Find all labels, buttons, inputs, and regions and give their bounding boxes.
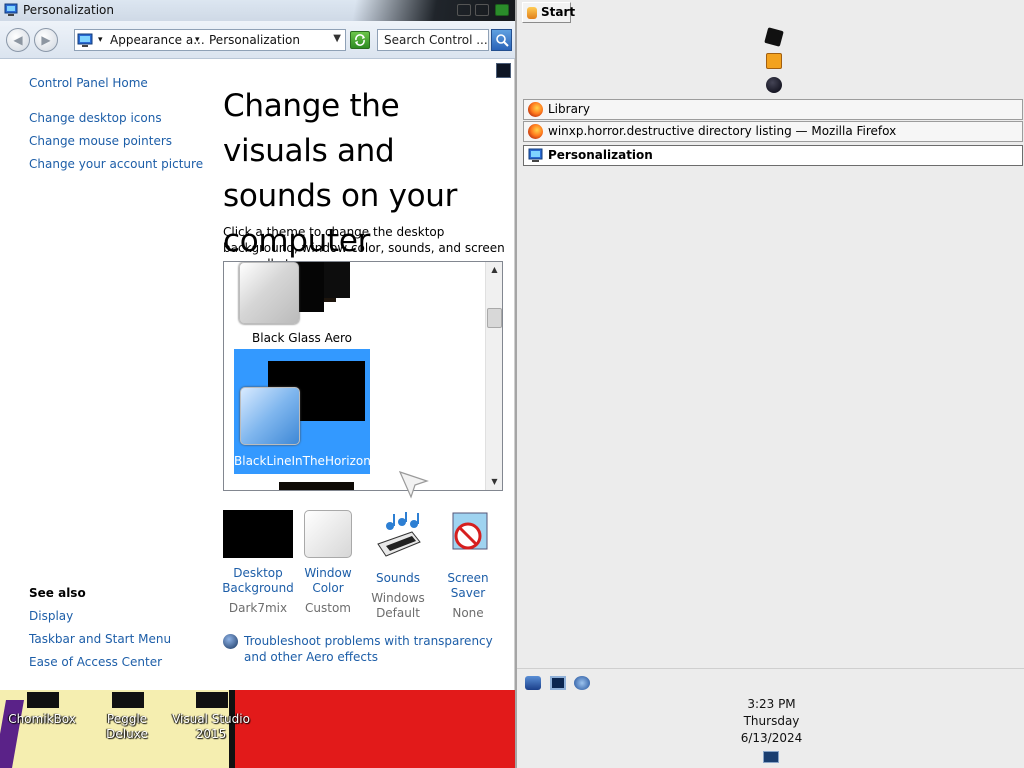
screen-saver-value: None bbox=[452, 606, 484, 620]
ease-of-access-link[interactable]: Ease of Access Center bbox=[29, 655, 162, 669]
theme-list[interactable]: Black Glass Aero BlackLineInTheHorizon ▲… bbox=[223, 261, 503, 491]
control-panel-icon bbox=[4, 3, 18, 16]
theme-item-black-glass-aero[interactable]: Black Glass Aero bbox=[234, 262, 370, 357]
taskbar-start-menu-link[interactable]: Taskbar and Start Menu bbox=[29, 632, 171, 646]
navigation-bar: ◀ ▶ ▾ Appearance a... ▾ Personalization … bbox=[0, 21, 515, 59]
change-mouse-pointers-link[interactable]: Change mouse pointers bbox=[29, 134, 172, 148]
refresh-icon bbox=[355, 34, 365, 46]
screen-saver-label[interactable]: Screen Saver bbox=[431, 571, 505, 601]
desktop: ChomikBox Peggle Deluxe Visual Studio 20… bbox=[0, 690, 515, 768]
clock-time[interactable]: 3:23 PM bbox=[517, 697, 1024, 711]
taskbar-item-firefox[interactable]: winxp.horror.destructive directory listi… bbox=[523, 121, 1023, 142]
display-tray-icon[interactable] bbox=[550, 676, 566, 690]
address-dropdown-icon[interactable]: ▼ bbox=[333, 33, 341, 44]
window-color-value: Custom bbox=[305, 601, 351, 615]
theme-list-scrollbar[interactable]: ▲ ▼ bbox=[485, 262, 502, 490]
breadcrumb-appearance[interactable]: Appearance a... bbox=[110, 33, 205, 47]
quick-launch-media-player-icon[interactable] bbox=[766, 53, 782, 69]
change-account-picture-link[interactable]: Change your account picture bbox=[29, 157, 203, 171]
address-bar[interactable]: ▾ Appearance a... ▾ Personalization ▼ bbox=[74, 29, 346, 51]
quick-launch-app-icon[interactable] bbox=[764, 27, 784, 47]
start-logo-icon bbox=[527, 7, 537, 19]
window-title: Personalization bbox=[23, 3, 114, 17]
desktop-background-label[interactable]: Desktop Background bbox=[221, 566, 295, 596]
display-link[interactable]: Display bbox=[29, 609, 73, 623]
task-label: winxp.horror.destructive directory listi… bbox=[548, 124, 897, 138]
task-label: Personalization bbox=[548, 148, 653, 162]
clock-day: Thursday bbox=[743, 714, 800, 728]
back-arrow-icon: ◀ bbox=[13, 33, 23, 47]
peggle-icon bbox=[112, 692, 144, 708]
show-desktop-icon[interactable] bbox=[763, 751, 779, 763]
sounds-value: Windows Default bbox=[371, 591, 425, 620]
window-color-label[interactable]: Window Color bbox=[291, 566, 365, 596]
firefox-icon bbox=[528, 102, 543, 117]
back-button[interactable]: ◀ bbox=[6, 28, 30, 52]
taskbar-item-library[interactable]: Library bbox=[523, 99, 1023, 120]
sounds-setting[interactable]: Sounds Windows Default bbox=[361, 510, 435, 621]
scroll-up-button[interactable]: ▲ bbox=[487, 262, 502, 278]
chomikbox-icon bbox=[27, 692, 59, 708]
desktop-background-icon bbox=[223, 510, 293, 558]
sounds-label[interactable]: Sounds bbox=[361, 571, 435, 586]
task-label: Library bbox=[548, 102, 590, 116]
scroll-down-button[interactable]: ▼ bbox=[487, 474, 502, 490]
mouse-cursor-icon bbox=[399, 471, 429, 499]
firefox-icon bbox=[528, 124, 543, 139]
search-button[interactable] bbox=[491, 29, 512, 51]
breadcrumb-arrow-icon[interactable]: ▾ bbox=[98, 35, 103, 45]
screen-saver-icon bbox=[452, 512, 488, 550]
screen-saver-setting[interactable]: Screen Saver None bbox=[431, 510, 505, 621]
theme-name: Black Glass Aero bbox=[252, 331, 352, 345]
close-button[interactable] bbox=[495, 4, 509, 16]
quick-launch-globe-icon[interactable] bbox=[766, 77, 782, 93]
theme-preview-glass-icon bbox=[240, 387, 300, 445]
minimize-button[interactable] bbox=[457, 4, 471, 16]
desktop-background-setting[interactable]: Desktop Background Dark7mix bbox=[221, 510, 295, 616]
theme-item-blacklineinthehorizon[interactable]: BlackLineInTheHorizon bbox=[234, 349, 371, 474]
refresh-button[interactable] bbox=[350, 31, 370, 49]
change-desktop-icons-link[interactable]: Change desktop icons bbox=[29, 111, 162, 125]
desktop-icon-chomikbox[interactable]: ChomikBox bbox=[3, 690, 81, 768]
scroll-thumb[interactable] bbox=[487, 308, 502, 328]
clock-date: 6/13/2024 bbox=[740, 731, 803, 745]
window-color-icon bbox=[304, 510, 352, 558]
forward-arrow-icon: ▶ bbox=[41, 33, 51, 47]
sounds-icon bbox=[377, 512, 421, 557]
personalization-window: Personalization ◀ ▶ ▾ Appearance a... ▾ … bbox=[0, 0, 515, 690]
theme-item-next-preview[interactable] bbox=[279, 482, 354, 490]
start-label: Start bbox=[541, 5, 576, 19]
desktop-icon-visual-studio[interactable]: Visual Studio 2015 bbox=[172, 690, 250, 768]
control-panel-icon bbox=[77, 33, 93, 47]
window-color-setting[interactable]: Window Color Custom bbox=[291, 510, 365, 616]
control-panel-icon bbox=[528, 148, 543, 162]
desktop-icon-peggle[interactable]: Peggle Deluxe bbox=[88, 690, 166, 768]
network-icon[interactable] bbox=[525, 676, 541, 690]
search-icon bbox=[495, 34, 509, 47]
troubleshoot-link[interactable]: Troubleshoot problems with transparency … bbox=[244, 633, 504, 665]
maximize-button[interactable] bbox=[475, 4, 489, 16]
troubleshoot-globe-icon bbox=[223, 634, 238, 649]
title-bar[interactable]: Personalization bbox=[0, 0, 515, 21]
see-also-heading: See also bbox=[29, 586, 86, 600]
desktop-background-value: Dark7mix bbox=[228, 601, 288, 615]
theme-preview-glass-icon bbox=[239, 262, 299, 324]
help-icon[interactable] bbox=[496, 63, 511, 78]
system-tray: 3:23 PM Thursday 6/13/2024 bbox=[517, 668, 1024, 768]
breadcrumb-arrow-icon[interactable]: ▾ bbox=[195, 35, 200, 45]
taskbar: Start Library winxp.horror.destructive d… bbox=[515, 0, 1024, 768]
theme-name: BlackLineInTheHorizon bbox=[234, 454, 371, 468]
start-button[interactable]: Start bbox=[522, 2, 575, 23]
control-panel-home-link[interactable]: Control Panel Home bbox=[29, 76, 148, 90]
taskbar-item-personalization[interactable]: Personalization bbox=[523, 145, 1023, 166]
breadcrumb-personalization[interactable]: Personalization bbox=[209, 33, 300, 47]
forward-button[interactable]: ▶ bbox=[34, 28, 58, 52]
volume-icon[interactable] bbox=[574, 676, 590, 690]
search-input[interactable]: Search Control ... bbox=[377, 29, 489, 51]
visual-studio-icon bbox=[196, 692, 228, 708]
